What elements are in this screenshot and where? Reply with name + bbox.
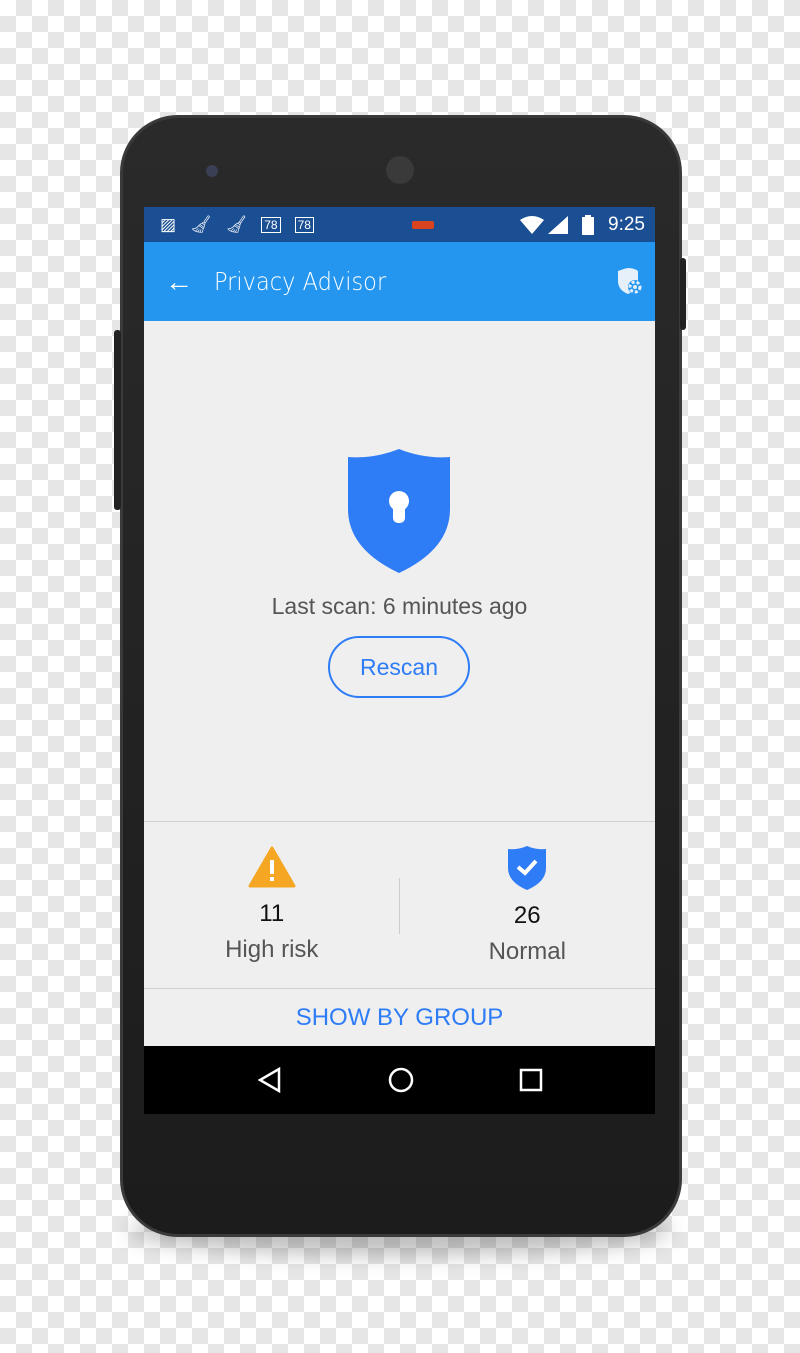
- scan-summary: Last scan: 6 minutes ago Rescan: [144, 321, 655, 821]
- shield-check-icon: [508, 846, 547, 890]
- image-icon: ▨: [160, 214, 177, 234]
- shield-lock-icon: [348, 449, 450, 573]
- clock: 9:25: [608, 213, 645, 235]
- rescan-button[interactable]: Rescan: [328, 636, 470, 698]
- notification-badge: 78: [261, 216, 281, 233]
- high-risk-count: 11: [259, 900, 285, 927]
- high-risk-label: High risk: [225, 936, 319, 963]
- stat-high-risk[interactable]: 11 High risk: [144, 822, 400, 988]
- broom-icon: 🧹︎: [225, 214, 248, 234]
- wifi-icon: [520, 215, 545, 234]
- earpiece-speaker: [386, 156, 414, 184]
- normal-label: Normal: [488, 938, 566, 965]
- back-icon[interactable]: [257, 1067, 283, 1093]
- signal-icon: [548, 215, 569, 234]
- power-button: [680, 258, 686, 330]
- nav-bar: [144, 1046, 655, 1114]
- page-title: Privacy Advisor: [214, 267, 387, 296]
- risk-stats: 11 High risk 26 Normal: [144, 821, 655, 989]
- battery-icon: [582, 214, 595, 235]
- broom-icon: 🧹︎: [190, 214, 212, 234]
- divider: [399, 878, 400, 934]
- arrow-left-icon[interactable]: ←: [144, 266, 214, 298]
- app-bar: ← Privacy Advisor: [144, 242, 655, 321]
- volume-button: [114, 330, 121, 510]
- last-scan-text: Last scan: 6 minutes ago: [271, 593, 528, 619]
- stat-normal[interactable]: 26 Normal: [400, 822, 656, 988]
- status-bar: ▨ 🧹︎ 🧹︎ 78 78 9:25: [144, 207, 655, 242]
- shield-gear-icon[interactable]: [605, 267, 655, 296]
- show-by-group-button[interactable]: SHOW BY GROUP: [144, 989, 655, 1046]
- battery-indicator-icon: [411, 220, 434, 229]
- front-camera: [206, 165, 218, 177]
- notification-badge: 78: [294, 216, 314, 233]
- recents-icon[interactable]: [519, 1068, 543, 1092]
- normal-count: 26: [513, 902, 541, 929]
- warning-icon: [248, 846, 296, 888]
- home-icon[interactable]: [388, 1067, 414, 1093]
- screen: ▨ 🧹︎ 🧹︎ 78 78 9:25 ← Privacy Advisor Las…: [144, 207, 655, 1114]
